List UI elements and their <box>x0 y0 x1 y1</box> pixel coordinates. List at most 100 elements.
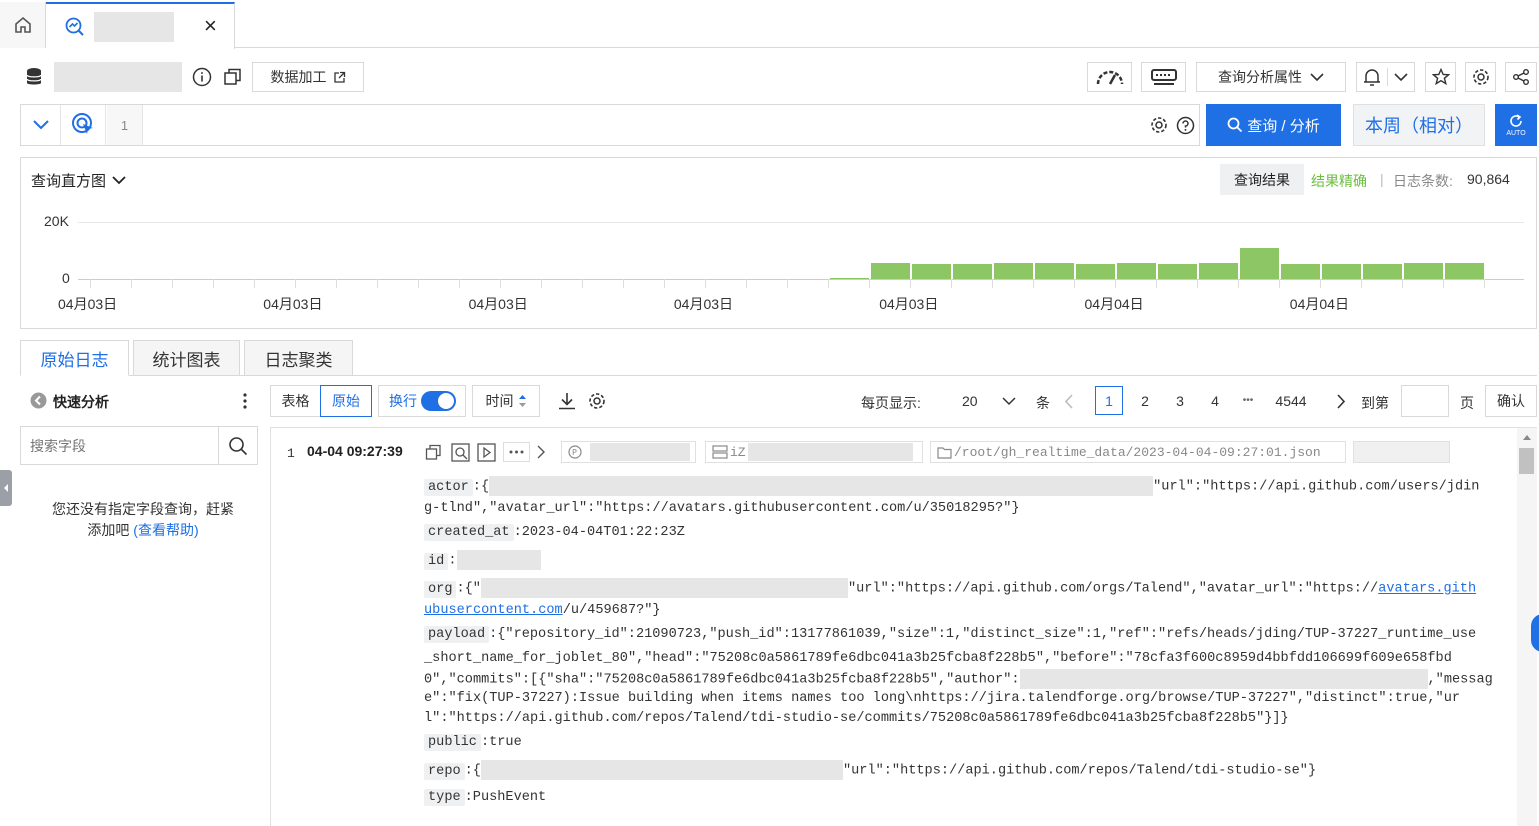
hostname-tag: iZ <box>705 441 923 463</box>
field-key-id[interactable]: id <box>424 552 449 570</box>
org-avatar-link-cont[interactable]: ubusercontent.com <box>424 603 563 618</box>
home-tab[interactable] <box>0 2 46 48</box>
log-index: 1 <box>287 446 295 461</box>
id-redacted <box>456 550 541 570</box>
query-properties-dropdown[interactable]: 查询分析属性 <box>1196 62 1346 92</box>
more-actions-button[interactable] <box>503 442 530 462</box>
data-process-button[interactable]: 数据加工 <box>252 62 364 92</box>
histogram-bar[interactable] <box>1404 263 1443 279</box>
table-view-button[interactable]: 表格 <box>270 385 321 417</box>
context-view-icon[interactable] <box>451 443 470 462</box>
alert-console-button[interactable] <box>1141 62 1186 92</box>
wrap-switch[interactable] <box>421 391 456 411</box>
copy-icon[interactable] <box>223 67 243 87</box>
scrollbar-thumb[interactable] <box>1519 448 1534 474</box>
expand-right-icon[interactable] <box>536 445 546 459</box>
query-input[interactable] <box>144 105 1144 145</box>
query-assistant-button[interactable] <box>62 105 106 145</box>
per-page-select[interactable]: 20 <box>940 385 1026 417</box>
field-key-actor[interactable]: actor <box>424 478 473 496</box>
sidebar-toggle[interactable] <box>0 470 12 506</box>
ip-icon: P <box>568 445 582 459</box>
tab-raw-log[interactable]: 原始日志 <box>20 340 129 376</box>
tab-log-cluster[interactable]: 日志聚类 <box>244 340 353 376</box>
gear-icon[interactable] <box>588 392 606 410</box>
page-4[interactable]: 4 <box>1201 386 1229 415</box>
auto-refresh-button[interactable]: AUTO <box>1495 104 1537 146</box>
collapse-circle-icon[interactable] <box>30 392 47 409</box>
help-icon[interactable] <box>1176 116 1195 135</box>
field-val-id: : <box>448 553 457 569</box>
field-key-type[interactable]: type <box>424 789 465 806</box>
goto-page-input[interactable] <box>1401 385 1449 417</box>
histogram-bar[interactable] <box>830 278 869 279</box>
actor-redacted <box>489 476 1154 496</box>
histogram-bar[interactable] <box>912 264 951 279</box>
page-last[interactable]: 4544 <box>1271 386 1311 415</box>
share-button[interactable] <box>1505 62 1537 92</box>
histogram-bar[interactable] <box>1035 263 1074 279</box>
page-2[interactable]: 2 <box>1131 386 1159 415</box>
scroll-up-icon[interactable] <box>1523 434 1531 440</box>
field-key-public[interactable]: public <box>424 734 481 751</box>
x-tick-mark <box>1484 279 1485 288</box>
gear-icon[interactable] <box>1150 116 1168 134</box>
prev-page-icon[interactable] <box>1064 394 1074 409</box>
side-helper-tab[interactable] <box>1531 614 1539 652</box>
logstore-tab[interactable]: × <box>46 2 235 49</box>
info-icon[interactable] <box>192 67 212 87</box>
next-page-icon[interactable] <box>1336 394 1346 409</box>
close-tab-icon[interactable]: × <box>204 13 217 39</box>
org-tail: /u/459687?"} <box>562 603 661 618</box>
source-ip-redacted <box>590 443 690 461</box>
payload-3a: 0","commits":[{"sha":"75208c0a5861789fe6… <box>424 672 1020 688</box>
histogram-bar[interactable] <box>1322 264 1361 279</box>
histogram-bar[interactable] <box>1158 264 1197 279</box>
y-tick-20k: 20K <box>44 213 69 229</box>
x-tick-label: 04月03日 <box>673 296 734 312</box>
field-key-payload[interactable]: payload <box>424 626 490 643</box>
page-1[interactable]: 1 <box>1095 386 1123 415</box>
favorite-button[interactable] <box>1425 62 1456 92</box>
log-count-label: 日志条数: <box>1393 173 1453 189</box>
field-search-input[interactable] <box>21 427 218 464</box>
histogram-bar[interactable] <box>1240 248 1279 279</box>
page-3[interactable]: 3 <box>1166 386 1194 415</box>
field-key-created-at[interactable]: created_at <box>424 524 514 541</box>
help-link[interactable]: (查看帮助) <box>133 522 198 538</box>
settings-button[interactable] <box>1465 62 1496 92</box>
alert-dropdown[interactable] <box>1356 62 1415 92</box>
page-ellipsis[interactable]: ••• <box>1234 386 1262 415</box>
histogram-title[interactable]: 查询直方图 <box>31 170 126 191</box>
dashboard-button[interactable] <box>1087 62 1132 92</box>
confirm-goto-button[interactable]: 确认 <box>1485 385 1537 417</box>
tab-stats-chart[interactable]: 统计图表 <box>133 340 240 376</box>
field-val-created-at: :2023-04-04T01:22:23Z <box>513 525 685 540</box>
field-search-button[interactable] <box>218 427 257 464</box>
histogram-bar[interactable] <box>1363 264 1402 279</box>
x-tick-mark <box>336 279 337 288</box>
histogram-bar[interactable] <box>953 264 992 279</box>
field-key-repo[interactable]: repo <box>424 762 465 780</box>
download-icon[interactable] <box>557 391 577 411</box>
search-analyze-button[interactable]: 查询 / 分析 <box>1206 104 1341 146</box>
collapse-button[interactable] <box>21 105 61 145</box>
field-key-org[interactable]: org <box>424 580 457 598</box>
histogram-bar[interactable] <box>1281 264 1320 279</box>
org-avatar-link[interactable]: avatars.gith <box>1378 582 1476 597</box>
home-icon <box>14 16 31 33</box>
histogram-bar[interactable] <box>1199 263 1238 279</box>
copy-icon[interactable] <box>425 444 442 461</box>
time-sort-button[interactable]: 时间 <box>472 385 540 417</box>
file-path: /root/gh_realtime_data/2023-04-04-09:27:… <box>954 444 1321 460</box>
histogram-bar[interactable] <box>994 263 1033 279</box>
time-range-picker[interactable]: 本周（相对） <box>1353 104 1485 146</box>
histogram-bar[interactable] <box>1117 263 1156 279</box>
histogram-bar[interactable] <box>1445 263 1484 279</box>
livetail-icon[interactable] <box>477 443 496 462</box>
histogram-bar[interactable] <box>871 263 910 279</box>
histogram-bar[interactable] <box>1076 264 1115 279</box>
x-tick-mark <box>254 279 255 288</box>
raw-view-button[interactable]: 原始 <box>320 385 372 417</box>
more-vertical-icon[interactable] <box>242 392 248 410</box>
